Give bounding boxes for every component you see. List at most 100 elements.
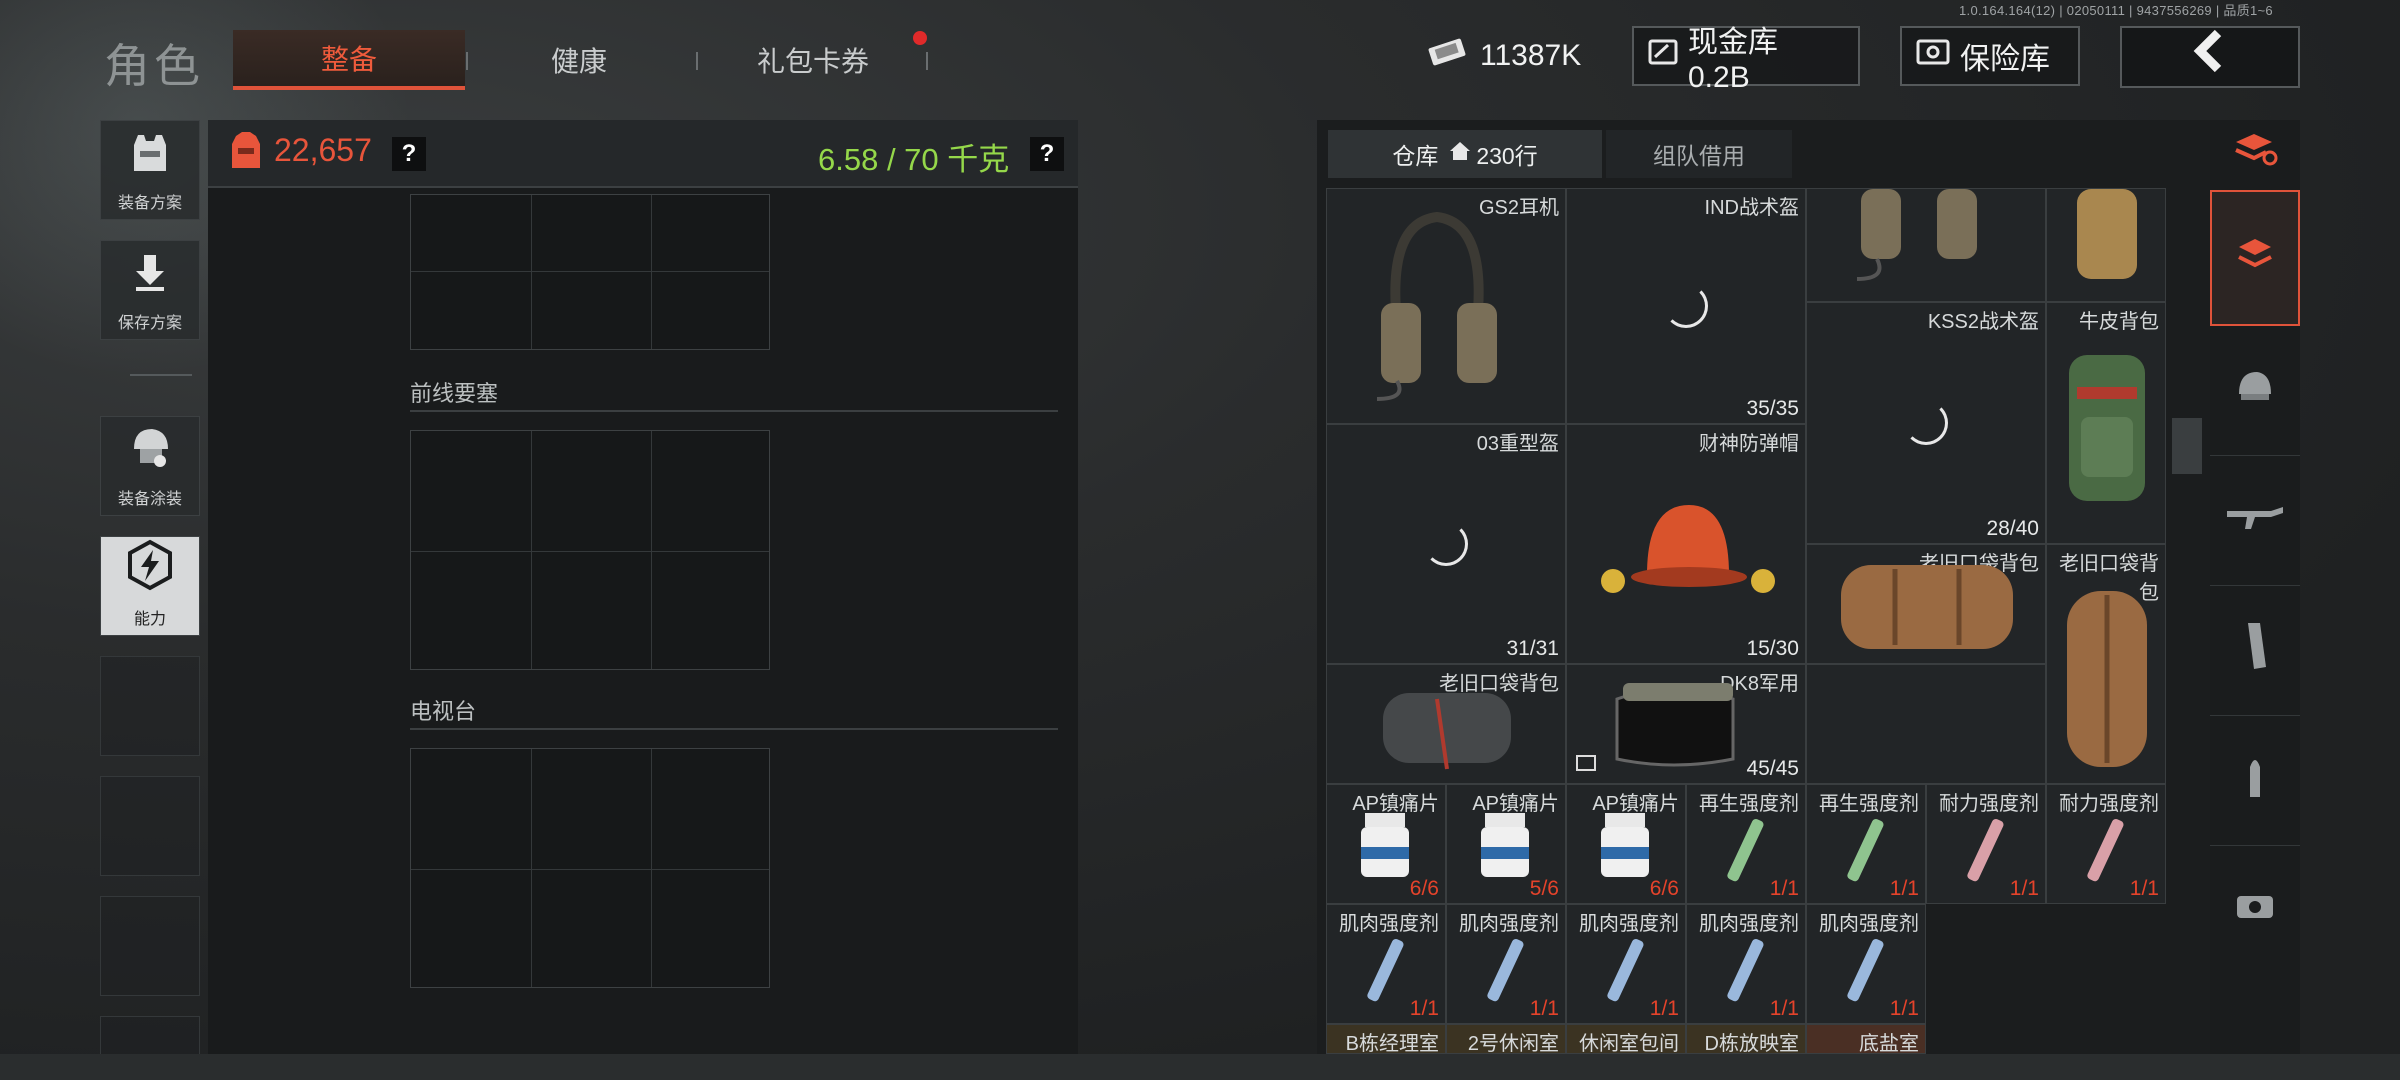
headset-art	[1376, 211, 1497, 401]
tab-health[interactable]: 健康	[466, 30, 692, 90]
item-slot[interactable]: 03重型盔 31/31	[1326, 424, 1566, 664]
sort-button[interactable]	[2210, 120, 2300, 190]
loading-spinner-icon	[1664, 284, 1708, 328]
section-divider	[410, 728, 1058, 730]
back-button[interactable]	[2120, 26, 2300, 88]
item-count: 1/1	[1769, 997, 1799, 1020]
version-text: 1.0.164.164(12) | 02050111 | 9437556269 …	[1959, 3, 2273, 18]
syringe-art	[1607, 938, 1644, 1002]
item-name: AP镇痛片	[1352, 793, 1439, 815]
money-display[interactable]: 11387K	[1426, 26, 1594, 86]
loadout-value: 22,657	[274, 132, 372, 168]
item-slot[interactable]: 肌肉强度剂 1/1	[1446, 904, 1566, 1024]
item-slot[interactable]: 肌肉强度剂 1/1	[1806, 904, 1926, 1024]
item-slot[interactable]: 财神防弹帽 15/30	[1566, 424, 1806, 664]
item-slot[interactable]: 肌肉强度剂 1/1	[1566, 904, 1686, 1024]
category-ammo[interactable]	[2210, 716, 2300, 846]
item-name: 肌肉强度剂	[1699, 913, 1799, 935]
category-attachment[interactable]	[2210, 846, 2300, 976]
save-plan-button[interactable]: 保存方案	[100, 240, 200, 340]
item-slot[interactable]: 再生强度剂 1/1	[1686, 784, 1806, 904]
item-count: 28/40	[1986, 517, 2039, 540]
item-slot[interactable]: GS2耳机	[1326, 188, 1566, 424]
syringe-art	[2087, 818, 2124, 882]
value-help-button[interactable]: ?	[392, 137, 426, 171]
item-count: 1/1	[1889, 877, 1919, 900]
item-name: 肌肉强度剂	[1459, 913, 1559, 935]
key-slot[interactable]: D栋放映室	[1686, 1024, 1806, 1054]
item-name: 肌肉强度剂	[1579, 913, 1679, 935]
tab-warehouse[interactable]: 仓库 230行	[1328, 130, 1602, 178]
item-slot[interactable]	[2046, 188, 2166, 302]
item-name: 03重型盔	[1476, 433, 1559, 455]
item-slot[interactable]: DK8军用 45/45	[1566, 664, 1806, 784]
tab-team-borrow[interactable]: 组队借用	[1606, 130, 1792, 178]
item-slot[interactable]	[1806, 188, 2046, 302]
pill-bottle-art	[1601, 813, 1649, 877]
item-slot[interactable]: 老旧口袋背包	[2046, 544, 2166, 784]
page-title: 角色	[104, 40, 204, 92]
item-name: B栋经理室	[1345, 1033, 1439, 1054]
gear-skin-label: 装备涂装	[117, 491, 182, 508]
item-slot[interactable]: KSS2战术盔 28/40	[1806, 302, 2046, 544]
key-slot[interactable]: 2号休闲室	[1446, 1024, 1566, 1054]
item-slot[interactable]: AP镇痛片 6/6	[1566, 784, 1686, 904]
syringe-art	[1487, 938, 1524, 1002]
item-slot[interactable]: 再生强度剂 1/1	[1806, 784, 1926, 904]
item-slot[interactable]: 老旧口袋背包	[1806, 544, 2046, 664]
safe-button[interactable]: 保险库	[1900, 26, 2080, 86]
weight-help-button[interactable]: ?	[1030, 137, 1064, 171]
loadout-plan-label: 装备方案	[117, 195, 182, 212]
gear-skin-button[interactable]: 装备涂装	[100, 416, 200, 516]
item-slot[interactable]: AP镇痛片 5/6	[1446, 784, 1566, 904]
syringe-art	[1367, 938, 1404, 1002]
item-slot[interactable]: 耐力强度剂 1/1	[2046, 784, 2166, 904]
empty-slot[interactable]	[1806, 664, 2046, 784]
empty-slot	[100, 896, 200, 996]
storage-grid[interactable]	[410, 430, 770, 670]
item-name: IND战术盔	[1704, 197, 1799, 219]
item-name: AP镇痛片	[1592, 793, 1679, 815]
item-slot[interactable]: 肌肉强度剂 1/1	[1326, 904, 1446, 1024]
ability-button[interactable]: 能力	[100, 536, 200, 636]
tab-divider	[926, 52, 928, 70]
backpack-art	[2077, 189, 2137, 279]
syringe-art	[1967, 818, 2004, 882]
tab-loadout[interactable]: 整备	[233, 30, 465, 90]
category-magazine[interactable]	[2210, 586, 2300, 716]
item-slot[interactable]: 老旧口袋背包	[1326, 664, 1566, 784]
category-weapon[interactable]	[2210, 456, 2300, 586]
safe-label: 保险库	[1960, 43, 2050, 76]
item-slot[interactable]: AP镇痛片 6/6	[1326, 784, 1446, 904]
key-slot[interactable]: 底盐室	[1806, 1024, 1926, 1054]
item-name: 再生强度剂	[1819, 793, 1919, 815]
download-icon	[130, 251, 170, 305]
loading-spinner-icon	[1904, 401, 1948, 445]
magazine-icon	[2240, 621, 2270, 681]
loadout-plan-button[interactable]: 装备方案	[100, 120, 200, 220]
warehouse-scrollbar[interactable]	[2172, 418, 2202, 474]
section-label-frontline: 前线要塞	[410, 381, 499, 406]
key-slot[interactable]: B栋经理室	[1326, 1024, 1446, 1054]
grid-line	[411, 551, 769, 552]
item-slot[interactable]: IND战术盔 35/35	[1566, 188, 1806, 424]
tab-gift-cards[interactable]: 礼包卡券	[698, 30, 928, 90]
pill-bottle-art	[1361, 813, 1409, 877]
pill-bottle-art	[1481, 813, 1529, 877]
grid-line	[531, 195, 532, 349]
item-slot[interactable]: 牛皮背包	[2046, 302, 2166, 544]
ability-label: 能力	[133, 611, 166, 628]
category-helmet[interactable]	[2210, 326, 2300, 456]
category-all[interactable]	[2210, 190, 2300, 326]
safe-icon	[1916, 37, 1950, 75]
pocket-backpack-art	[1841, 565, 2013, 649]
item-slot[interactable]: 肌肉强度剂 1/1	[1686, 904, 1806, 1024]
storage-grid[interactable]	[410, 748, 770, 988]
cash-vault-button[interactable]: 现金库 0.2B	[1632, 26, 1860, 94]
empty-slot	[100, 776, 200, 876]
key-slot[interactable]: 休闲室包间	[1566, 1024, 1686, 1054]
storage-grid[interactable]	[410, 194, 770, 350]
syringe-art	[1727, 818, 1764, 882]
item-name: 休闲室包间	[1579, 1033, 1679, 1054]
item-slot[interactable]: 耐力强度剂 1/1	[1926, 784, 2046, 904]
